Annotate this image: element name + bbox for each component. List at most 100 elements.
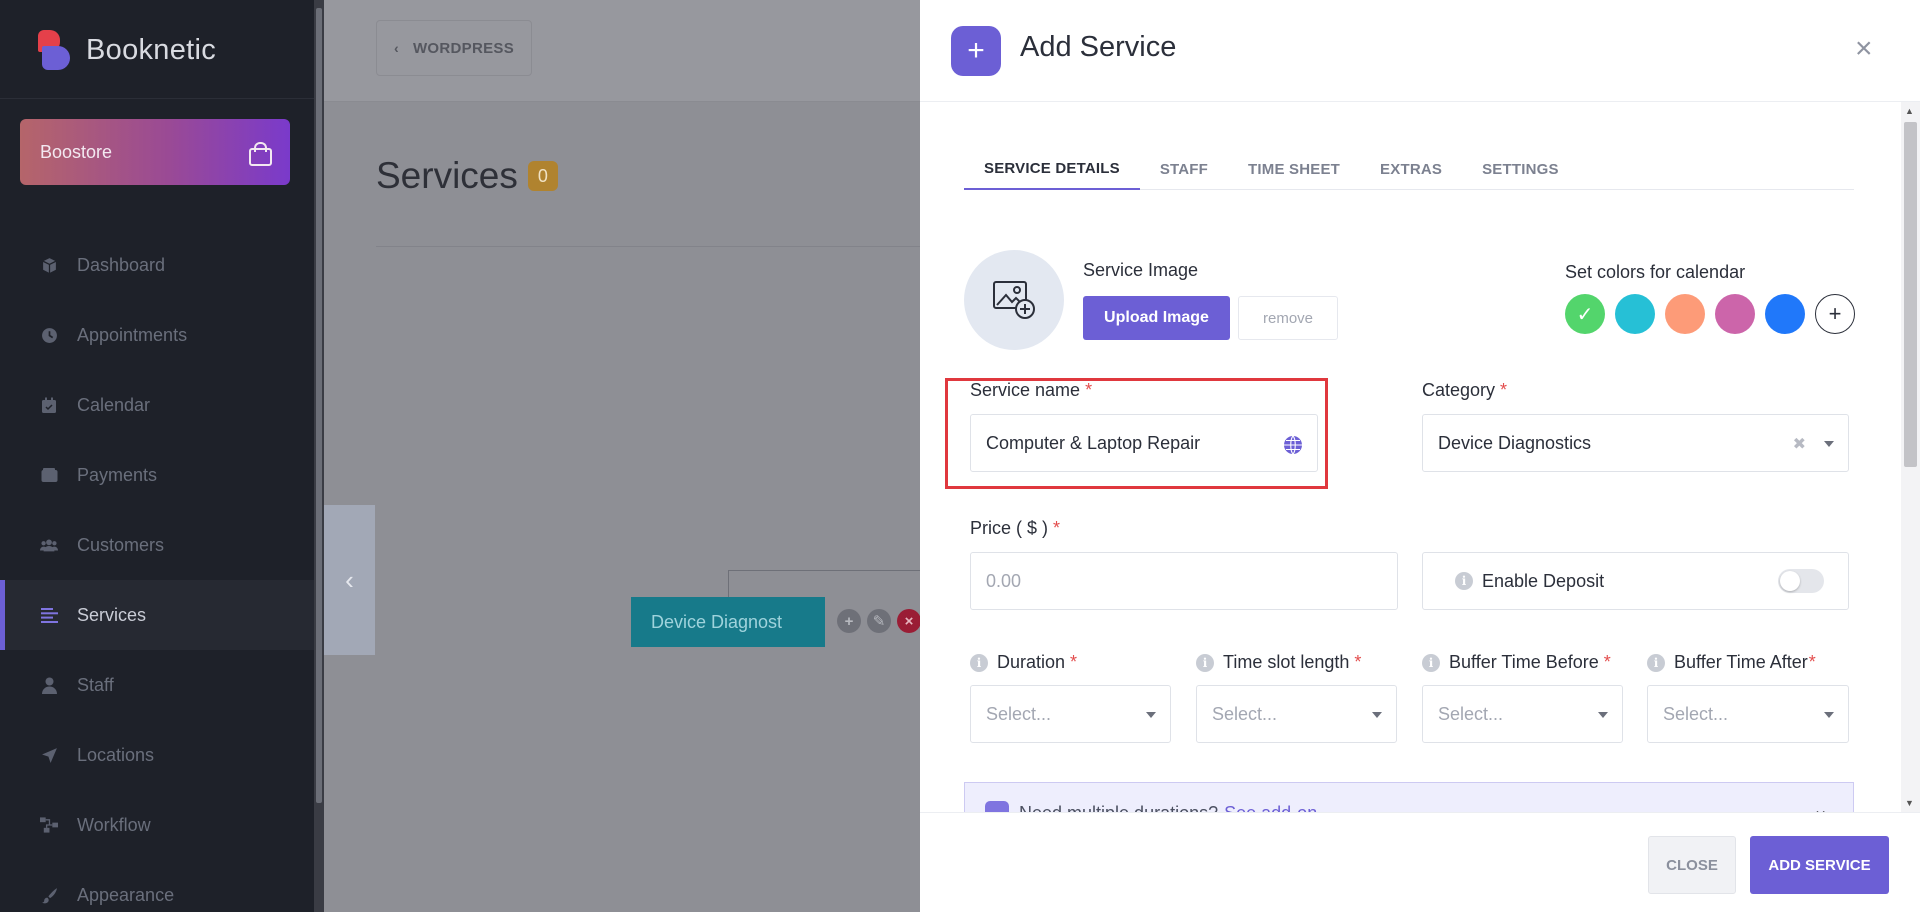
chevron-down-icon[interactable]: ⌄ <box>1812 797 1829 812</box>
tab-service-details[interactable]: SERVICE DETAILS <box>964 148 1140 190</box>
clear-icon[interactable]: ✖ <box>1793 434 1806 454</box>
color-swatch-green[interactable]: ✓ <box>1565 294 1605 334</box>
duration-select[interactable]: Select... <box>970 685 1171 743</box>
category-value: Device Diagnostics <box>1438 432 1592 453</box>
edit-node-icon[interactable]: ✎ <box>867 609 891 633</box>
sidebar-item-customers[interactable]: Customers <box>0 510 314 580</box>
sidebar-item-label: Payments <box>77 464 158 485</box>
buffer-after-select[interactable]: Select... <box>1647 685 1849 743</box>
enable-deposit-label: Enable Deposit <box>1482 570 1605 591</box>
enable-deposit-toggle[interactable] <box>1778 569 1824 593</box>
scroll-down-icon[interactable]: ▼ <box>1905 798 1914 808</box>
required-marker: * <box>1603 652 1611 672</box>
delete-node-icon[interactable]: × <box>897 609 921 633</box>
main-topbar: ‹ WORDPRESS <box>324 0 920 102</box>
calendar-colors-label: Set colors for calendar <box>1565 262 1746 282</box>
color-swatch-cyan[interactable] <box>1615 294 1655 334</box>
sidebar-nav: Dashboard Appointments Calendar Payments… <box>0 230 314 912</box>
color-swatch-blue[interactable] <box>1765 294 1805 334</box>
buffer-after-label: i Buffer Time After * <box>1647 652 1816 673</box>
tab-extras[interactable]: EXTRAS <box>1360 148 1462 190</box>
sidebar-item-workflow[interactable]: Workflow <box>0 790 314 860</box>
sidebar-item-locations[interactable]: Locations <box>0 720 314 790</box>
enable-deposit-row: i Enable Deposit <box>1422 552 1849 610</box>
chevron-down-icon <box>1598 712 1608 718</box>
sidebar-item-appearance[interactable]: Appearance <box>0 860 314 912</box>
sidebar-scroll-thumb[interactable] <box>316 8 322 803</box>
scroll-up-icon[interactable]: ▲ <box>1905 106 1914 116</box>
collapse-panel-button[interactable]: ‹ <box>324 505 375 655</box>
calendar-icon <box>40 396 58 414</box>
category-node[interactable]: Device Diagnost <box>631 597 825 647</box>
sidebar-item-label: Services <box>77 604 147 625</box>
brand[interactable]: Booknetic <box>38 30 216 70</box>
sidebar-item-calendar[interactable]: Calendar <box>0 370 314 440</box>
color-swatches: ✓ + <box>1565 294 1855 334</box>
chevron-down-icon <box>1146 712 1156 718</box>
sidebar-item-label: Calendar <box>77 394 151 415</box>
required-marker: * <box>1070 652 1078 672</box>
buffer-before-select[interactable]: Select... <box>1422 685 1623 743</box>
sidebar-item-services[interactable]: Services <box>0 580 314 650</box>
buffer-after-placeholder: Select... <box>1663 703 1729 724</box>
color-swatch-orange[interactable] <box>1665 294 1705 334</box>
chevron-down-icon <box>1824 712 1834 718</box>
buffer-before-label: i Buffer Time Before * <box>1422 652 1611 673</box>
sidebar-scrollbar[interactable] <box>314 0 324 912</box>
time-slot-select[interactable]: Select... <box>1196 685 1397 743</box>
chevron-down-icon <box>1372 712 1382 718</box>
booknetic-logo <box>38 30 72 70</box>
modal-footer: CLOSE ADD SERVICE <box>920 812 1920 912</box>
duration-placeholder: Select... <box>986 703 1052 724</box>
add-node-icon[interactable]: + <box>837 609 861 633</box>
cube-icon <box>40 256 58 274</box>
color-swatch-pink[interactable] <box>1715 294 1755 334</box>
add-service-button[interactable]: ADD SERVICE <box>1750 836 1889 894</box>
banner-text: Need multiple durations? <box>1019 803 1218 813</box>
price-placeholder: 0.00 <box>986 570 1022 591</box>
location-arrow-icon <box>40 746 58 764</box>
duration-label: i Duration * <box>970 652 1077 673</box>
modal-scrollbar[interactable]: ▲ ▼ <box>1901 102 1920 812</box>
category-select[interactable]: Device Diagnostics ✖ <box>1422 414 1849 472</box>
chevron-left-icon: ‹ <box>345 564 354 595</box>
modal-scroll-thumb[interactable] <box>1904 122 1917 467</box>
add-color-button[interactable]: + <box>1815 294 1855 334</box>
boostore-button[interactable]: Boostore <box>20 119 290 185</box>
info-icon: i <box>1196 653 1214 672</box>
modal-tabs: SERVICE DETAILS STAFF TIME SHEET EXTRAS … <box>964 148 1854 190</box>
tab-settings[interactable]: SETTINGS <box>1462 148 1579 190</box>
info-icon: i <box>1422 653 1440 672</box>
sidebar-item-label: Workflow <box>77 814 151 835</box>
sidebar-item-payments[interactable]: Payments <box>0 440 314 510</box>
main-content-overlay: ‹ WORDPRESS Services 0 ‹ Device Diagnost… <box>324 0 921 912</box>
tab-staff[interactable]: STAFF <box>1140 148 1228 190</box>
remove-image-button[interactable]: remove <box>1238 296 1338 340</box>
banner-content: Need multiple durations? See add-on <box>985 801 1317 812</box>
info-icon: i <box>1455 572 1473 590</box>
tab-time-sheet[interactable]: TIME SHEET <box>1228 148 1360 190</box>
see-addon-link[interactable]: See add-on <box>1224 803 1317 813</box>
upload-image-button[interactable]: Upload Image <box>1083 296 1230 340</box>
main-divider <box>376 246 920 247</box>
close-button[interactable]: CLOSE <box>1648 836 1736 894</box>
required-marker: * <box>1500 380 1508 400</box>
info-icon: i <box>970 653 988 672</box>
service-name-highlight <box>945 378 1328 489</box>
chevron-down-icon <box>1824 441 1834 447</box>
sidebar-item-appointments[interactable]: Appointments <box>0 300 314 370</box>
service-image-preview <box>964 250 1064 350</box>
close-icon[interactable]: × <box>1855 34 1873 64</box>
time-slot-placeholder: Select... <box>1212 703 1278 724</box>
price-input[interactable]: 0.00 <box>970 552 1398 610</box>
sidebar-divider <box>0 98 314 99</box>
required-marker: * <box>1053 518 1061 538</box>
back-to-wordpress-button[interactable]: ‹ WORDPRESS <box>376 20 532 76</box>
sidebar-item-dashboard[interactable]: Dashboard <box>0 230 314 300</box>
services-count-badge: 0 <box>527 161 558 191</box>
boostore-label: Boostore <box>40 141 113 162</box>
required-marker: * <box>1354 652 1362 672</box>
category-label-text: Category <box>1422 380 1496 400</box>
sidebar-item-staff[interactable]: Staff <box>0 650 314 720</box>
user-icon <box>40 676 58 694</box>
